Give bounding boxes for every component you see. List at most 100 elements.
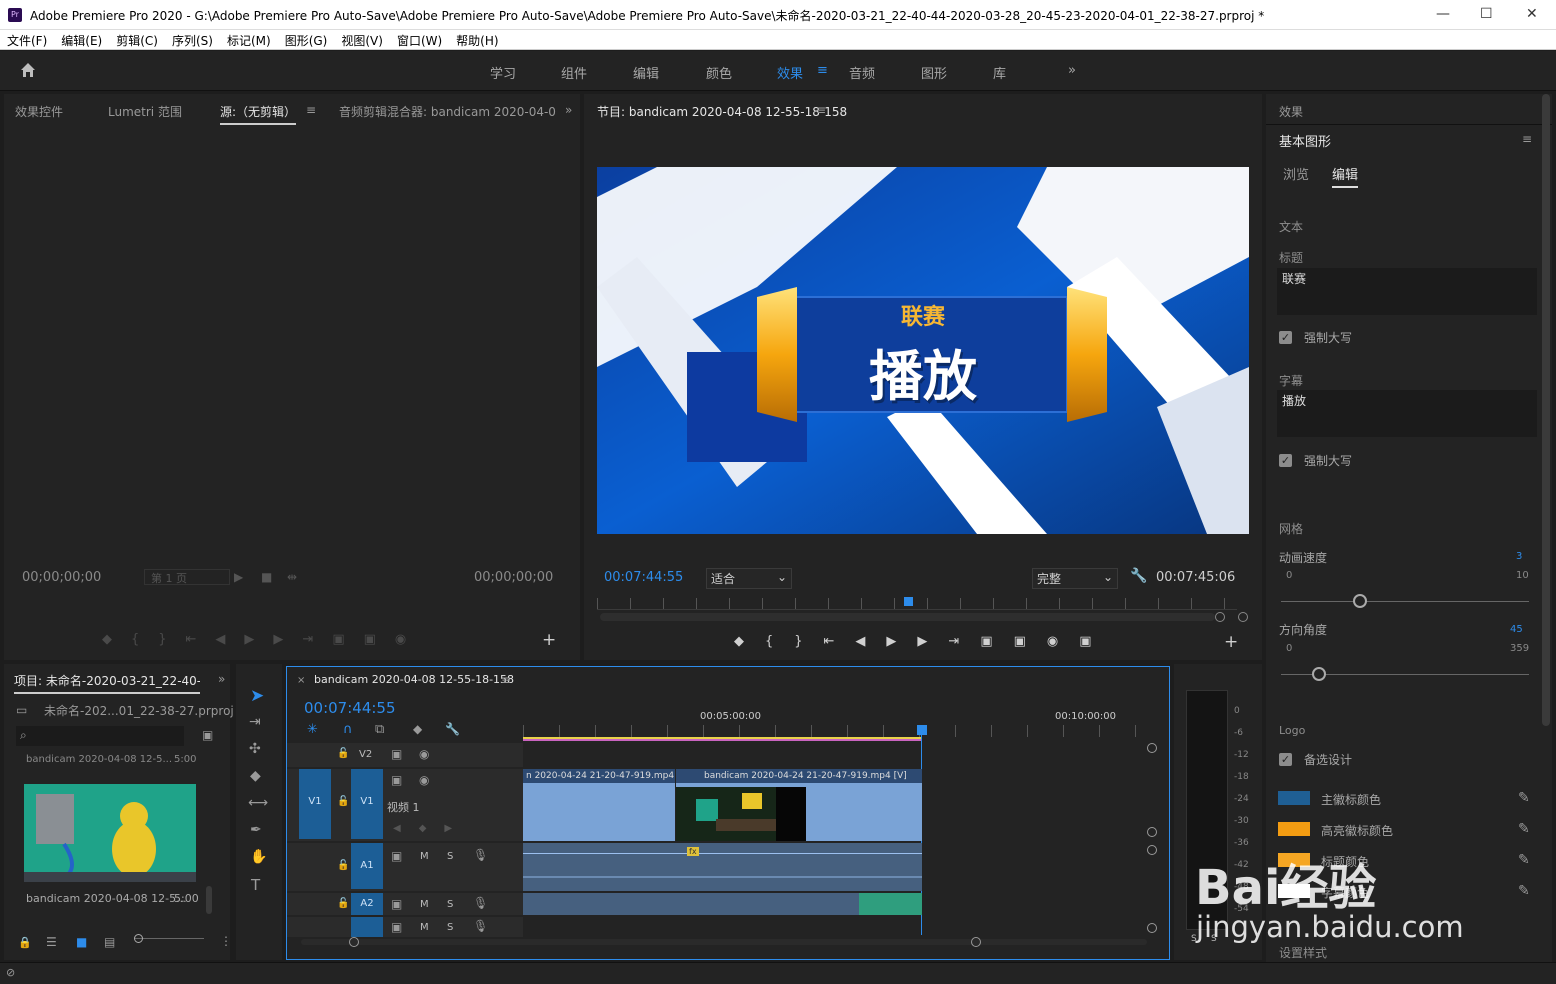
track-v1-label[interactable]: V1 <box>351 769 383 839</box>
menu-sequence[interactable]: 序列(S) <box>165 30 220 49</box>
menu-view[interactable]: 视图(V) <box>334 30 390 49</box>
clip-thumbnail[interactable] <box>24 784 196 882</box>
selection-tool-icon[interactable]: ➤ <box>250 686 264 706</box>
add-marker-icon[interactable]: ◆ <box>413 722 422 736</box>
angle-value[interactable]: 45 <box>1510 624 1523 635</box>
audio-clip-a1[interactable]: fx <box>523 843 922 891</box>
timeline-timecode[interactable]: 00:07:44:55 <box>304 699 396 717</box>
eyedropper-icon[interactable]: ✎ <box>1518 790 1530 806</box>
tab-edit[interactable]: 编辑 <box>1332 164 1359 188</box>
fit-dropdown[interactable]: 适合 ⌄ <box>706 568 792 589</box>
eyedropper-icon[interactable]: ✎ <box>1518 852 1530 868</box>
anim-speed-track[interactable] <box>1281 601 1529 602</box>
panel-menu-icon[interactable]: ≡ <box>1522 132 1532 146</box>
tab-sequence[interactable]: bandicam 2020-04-08 12-55-18-158 <box>314 673 514 686</box>
color-swatch-1[interactable] <box>1278 791 1310 805</box>
menu-window[interactable]: 窗口(W) <box>390 30 449 49</box>
tab-browse[interactable]: 浏览 <box>1283 164 1309 183</box>
fx-badge[interactable]: fx <box>687 847 699 856</box>
ws-libraries[interactable]: 库 <box>993 63 1006 82</box>
eye-icon[interactable]: ◉ <box>419 773 429 787</box>
close-tab-icon[interactable]: × <box>297 675 305 686</box>
menu-marker[interactable]: 标记(M) <box>220 30 278 49</box>
close-button[interactable]: ✕ <box>1526 6 1538 22</box>
snap-icon[interactable]: ∩ <box>343 722 353 737</box>
film-icon[interactable]: ▣ <box>391 920 402 934</box>
stop-icon[interactable]: ■ <box>261 570 272 584</box>
project-item-top[interactable]: bandicam 2020-04-08 12-5... <box>26 754 172 765</box>
ws-effects[interactable]: 效果 <box>777 63 803 82</box>
linked-selection-icon[interactable]: ⧉ <box>375 722 384 737</box>
freeform-view-icon[interactable]: ▤ <box>104 935 115 949</box>
video-clip-1[interactable]: n 2020-04-24 21-20-47-919.mp4 [V] <box>523 769 675 841</box>
sequence-menu-icon[interactable]: ≡ <box>501 673 511 687</box>
home-icon[interactable] <box>19 61 37 79</box>
panel-scrollbar[interactable] <box>1542 94 1550 726</box>
keyframe-nav[interactable]: ◀◆▶ <box>393 823 470 834</box>
clip-name[interactable]: bandicam 2020-04-08 12-5... <box>26 892 187 905</box>
ws-audio[interactable]: 音频 <box>849 63 875 82</box>
ws-editing[interactable]: 编辑 <box>633 63 659 82</box>
more-tabs-icon[interactable]: » <box>218 672 225 686</box>
ws-color[interactable]: 颜色 <box>706 63 732 82</box>
tab-program[interactable]: 节目: bandicam 2020-04-08 12-55-18-158 <box>597 103 847 120</box>
audio-clip-a2[interactable] <box>523 893 922 915</box>
angle-slider[interactable] <box>1312 667 1326 681</box>
timeline-hscroll[interactable] <box>301 939 1147 945</box>
film-icon[interactable]: ▣ <box>391 897 402 911</box>
source-transport-controls[interactable]: ◆{}⇤◀▶▶⇥▣▣◉ <box>102 632 425 647</box>
mute-button[interactable]: M <box>420 899 429 910</box>
quality-dropdown[interactable]: 完整 ⌄ <box>1032 568 1118 589</box>
alt-design-checkbox[interactable]: ✓ <box>1279 753 1292 766</box>
film-icon[interactable]: ▣ <box>391 747 402 761</box>
lock-icon[interactable]: 🔓 <box>337 860 349 871</box>
ws-learn[interactable]: 学习 <box>490 63 516 82</box>
zoom-scrollbar[interactable] <box>600 613 1215 621</box>
solo-button[interactable]: S <box>447 851 453 862</box>
vscroll-top-handle[interactable] <box>1147 743 1157 753</box>
anim-speed-slider[interactable] <box>1353 594 1367 608</box>
subtitle-text-field[interactable]: 播放 <box>1277 390 1537 437</box>
tab-effects[interactable]: 效果 <box>1279 103 1303 120</box>
page-dropdown[interactable]: 第 1 页 <box>144 569 230 585</box>
ripple-edit-tool-icon[interactable]: ✣ <box>249 741 261 757</box>
audio-clip-a2-green[interactable] <box>859 893 922 915</box>
anim-speed-value[interactable]: 3 <box>1516 551 1522 562</box>
force-caps-checkbox-1[interactable]: ✓ <box>1279 331 1292 344</box>
range-icon[interactable]: ⇹ <box>287 570 297 584</box>
wrench-icon[interactable]: 🔧 <box>1130 568 1147 584</box>
video-clip-2[interactable]: bandicam 2020-04-24 21-20-47-919.mp4 [V] <box>676 769 922 841</box>
icon-view-icon[interactable]: ■ <box>76 935 87 949</box>
color-swatch-2[interactable] <box>1278 822 1310 836</box>
project-menu-icon[interactable]: ⋮ <box>220 934 232 948</box>
vscroll-audio-handle[interactable] <box>1147 845 1157 855</box>
lock-icon[interactable]: 🔒 <box>18 936 32 949</box>
tab-project[interactable]: 项目: 未命名-2020-03-21_22-40-4 <box>14 672 200 694</box>
tab-lumetri-scopes[interactable]: Lumetri 范围 <box>108 103 182 120</box>
mic-icon[interactable]: 🎙 <box>473 896 488 910</box>
hand-tool-icon[interactable]: ✋ <box>250 849 267 865</box>
razor-tool-icon[interactable]: ◆ <box>250 768 261 784</box>
project-search-input[interactable]: ⌕ <box>16 726 184 746</box>
title-text-field[interactable]: 联赛 <box>1277 268 1537 315</box>
mute-button[interactable]: M <box>420 922 429 933</box>
settings-wrench-icon[interactable]: 🔧 <box>445 722 460 736</box>
film-icon[interactable]: ▣ <box>391 773 402 787</box>
menu-help[interactable]: 帮助(H) <box>449 30 505 49</box>
program-menu-icon[interactable]: ≡ <box>816 103 826 117</box>
lock-icon[interactable]: 🔓 <box>337 796 349 807</box>
eye-icon[interactable]: ◉ <box>419 747 429 761</box>
zoom-slider-handle[interactable] <box>134 934 143 943</box>
timeline-ruler[interactable] <box>523 725 1143 737</box>
mute-button[interactable]: M <box>420 851 429 862</box>
new-bin-icon[interactable]: ▣ <box>202 728 213 742</box>
slip-tool-icon[interactable]: ⟷ <box>248 795 268 811</box>
more-tabs-icon[interactable]: » <box>565 103 572 117</box>
program-timecode[interactable]: 00:07:44:55 <box>604 570 683 585</box>
track-a3-patch[interactable] <box>351 917 383 937</box>
play-small-icon[interactable]: ▶ <box>234 570 243 584</box>
tab-audio-clip-mixer[interactable]: 音频剪辑混合器: bandicam 2020-04-0 <box>339 103 556 120</box>
list-view-icon[interactable]: ☰ <box>46 935 57 949</box>
scroll-handle-right[interactable] <box>1215 612 1225 622</box>
eyedropper-icon[interactable]: ✎ <box>1518 883 1530 899</box>
